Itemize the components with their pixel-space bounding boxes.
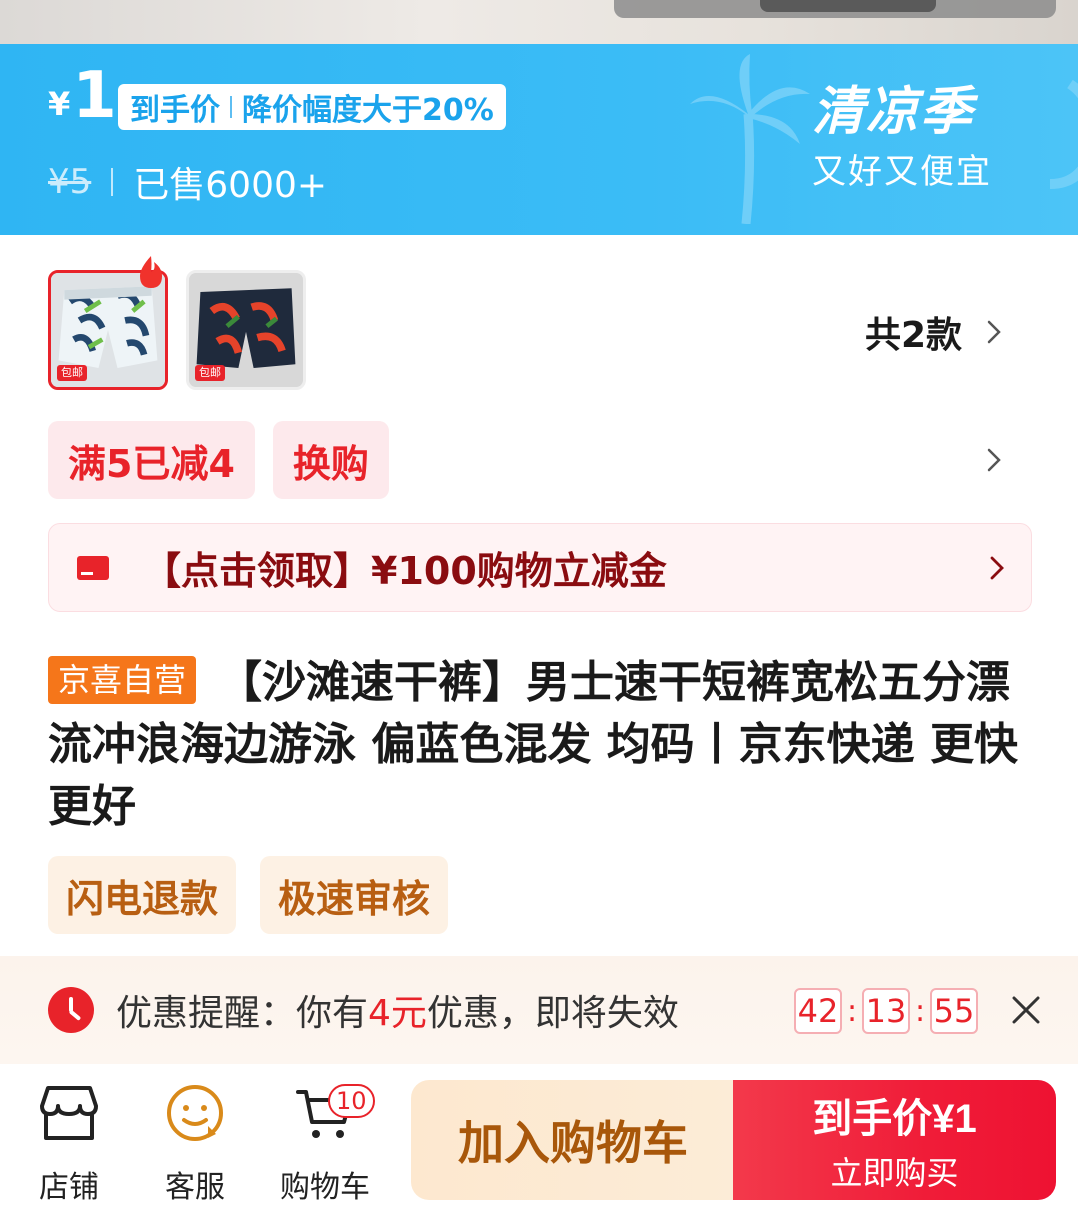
nav-cart-label: 购物车 xyxy=(280,1170,370,1205)
divider xyxy=(111,168,114,196)
coupon-banner[interactable]: 【点击领取】¥100购物立减金 xyxy=(48,523,1032,612)
reminder-amount: 4元 xyxy=(368,993,427,1034)
currency-symbol: ¥ xyxy=(48,85,71,123)
image-overlay-bar-inner xyxy=(760,0,936,12)
clock-icon xyxy=(48,987,94,1033)
variant-count-label: 共2款 xyxy=(864,315,962,356)
promo-tag-discount[interactable]: 满5已减4 xyxy=(48,421,255,499)
timer-minutes: 13 xyxy=(862,988,910,1034)
timer-hours: 42 xyxy=(794,988,842,1034)
countdown-timer: 42 : 13 : 55 xyxy=(794,988,978,1034)
service-tag-review: 极速审核 xyxy=(260,856,449,934)
season-title: 清凉季 xyxy=(812,82,975,142)
promo-tag-exchange[interactable]: 换购 xyxy=(272,421,389,499)
variant-thumbnails: 包邮 包邮 xyxy=(48,270,306,390)
chevron-right-icon xyxy=(987,320,1001,344)
self-operated-badge: 京喜自营 xyxy=(48,656,197,704)
timer-colon: : xyxy=(914,993,926,1029)
discount-reminder: 优惠提醒：你有4元优惠，即将失效 42 : 13 : 55 xyxy=(0,956,1078,1064)
coupon-text: 【点击领取】¥100购物立减金 xyxy=(143,549,667,593)
chevron-right-icon xyxy=(990,556,1004,580)
product-image-strip[interactable] xyxy=(0,0,1078,44)
variant-thumb-2[interactable]: 包邮 xyxy=(186,270,306,390)
palm-tree-icon xyxy=(690,54,810,224)
service-tags: 闪电退款 极速审核 xyxy=(48,856,449,934)
product-title: 京喜自营 【沙滩速干裤】男士速干短裤宽松五分漂流冲浪海边游泳 偏蓝色混发 均码丨京… xyxy=(48,652,1038,838)
nav-store-label: 店铺 xyxy=(39,1170,99,1205)
old-price-row: ¥5 已售6000+ xyxy=(48,156,327,208)
cart-count-badge: 10 xyxy=(328,1084,375,1118)
price-tag-label: 到手价 xyxy=(130,93,220,128)
variant-count[interactable]: 共2款 xyxy=(865,306,1004,358)
red-envelope-icon xyxy=(77,555,109,580)
price-tag-divider xyxy=(230,96,232,118)
decor-icon xyxy=(1049,79,1078,189)
free-shipping-badge: 包邮 xyxy=(57,364,87,381)
close-icon[interactable] xyxy=(1010,994,1042,1026)
price-value: 1 xyxy=(72,59,117,133)
add-to-cart-button[interactable]: 加入购物车 xyxy=(411,1080,735,1200)
price-tag-discount: 降价幅度大于20% xyxy=(242,93,494,128)
bottom-action-bar: 店铺 客服 购物车 10 加入购物车 到手价¥1 立即购买 xyxy=(0,1064,1078,1213)
service-tag-refund: 闪电退款 xyxy=(48,856,237,934)
season-promo: 清凉季 又好又便宜 xyxy=(812,86,992,193)
sold-count: 已售6000+ xyxy=(133,165,328,206)
season-subtitle: 又好又便宜 xyxy=(812,152,992,192)
buy-now-button[interactable]: 到手价¥1 立即购买 xyxy=(733,1080,1056,1200)
buy-now-label: 立即购买 xyxy=(830,1155,959,1191)
reminder-prefix: 优惠提醒：你有 xyxy=(116,993,369,1034)
store-icon xyxy=(40,1086,98,1140)
chevron-right-icon[interactable] xyxy=(984,446,1004,474)
price-banner: ¥ 1 到手价 降价幅度大于20% ¥5 已售6000+ 清凉季 又好又便宜 xyxy=(0,44,1078,235)
free-shipping-badge: 包邮 xyxy=(195,364,225,381)
reminder-text: 优惠提醒：你有4元优惠，即将失效 xyxy=(116,984,679,1036)
customer-service-icon xyxy=(167,1085,223,1141)
timer-seconds: 55 xyxy=(930,988,978,1034)
reminder-suffix: 优惠，即将失效 xyxy=(426,993,679,1034)
price-tag: 到手价 降价幅度大于20% xyxy=(118,84,506,130)
old-price: ¥5 xyxy=(48,162,92,202)
promotion-tags[interactable]: 满5已减4 换购 xyxy=(48,421,389,499)
nav-customer-service[interactable]: 客服 xyxy=(140,1082,250,1206)
timer-colon: : xyxy=(846,993,858,1029)
buy-now-price: 到手价¥1 xyxy=(812,1097,977,1141)
nav-customer-service-label: 客服 xyxy=(165,1170,225,1205)
current-price: ¥ 1 xyxy=(48,64,117,128)
nav-store[interactable]: 店铺 xyxy=(14,1082,124,1206)
hot-flame-icon xyxy=(140,256,162,288)
